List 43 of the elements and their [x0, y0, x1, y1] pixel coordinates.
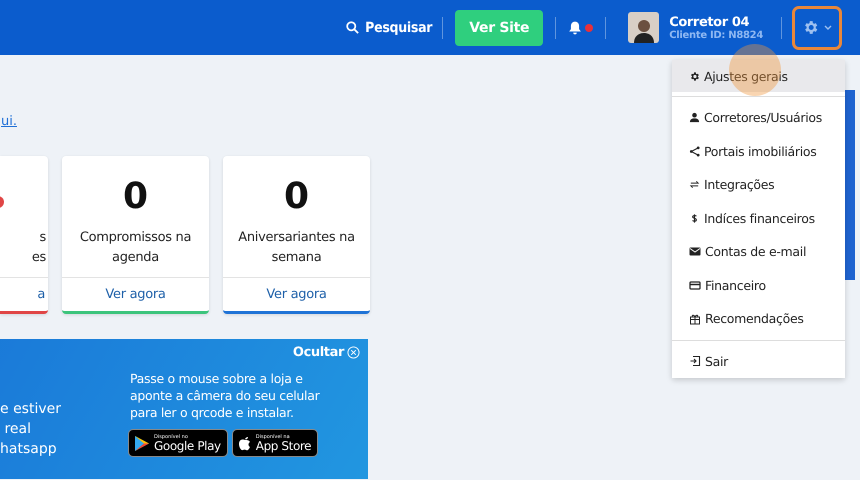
avatar — [628, 12, 660, 43]
dollar-icon — [689, 212, 700, 224]
play-icon — [134, 434, 150, 452]
menu-item[interactable]: Contas de e-mail — [672, 235, 845, 268]
apple-icon — [238, 435, 252, 451]
bell-icon — [568, 20, 582, 36]
share-icon — [689, 146, 700, 157]
menu-item[interactable]: Indíces financeiros — [672, 202, 845, 235]
banner-text: e estiver real hatsapp — [0, 400, 62, 459]
exit-icon — [689, 355, 701, 368]
search-button[interactable]: Pesquisar — [345, 20, 432, 36]
caret-icon — [824, 24, 832, 30]
hide-button[interactable]: Ocultar — [292, 345, 360, 360]
notifications-button[interactable] — [568, 20, 594, 36]
menu-item[interactable]: Ajustes gerais — [672, 60, 845, 92]
menu-item[interactable]: Portais imobiliários — [672, 134, 845, 168]
credit-card-icon — [689, 280, 701, 291]
stat-label: Compromissos na agenda — [80, 229, 192, 267]
view-link[interactable]: Ver agora — [62, 278, 209, 311]
view-link[interactable]: Ver agora — [223, 278, 370, 311]
gift-icon — [689, 312, 701, 325]
arrows-icon — [689, 179, 700, 190]
settings-icon — [802, 19, 819, 36]
user-name: Corretor 04 — [669, 14, 750, 30]
client-id: Cliente ID: N8824 — [669, 30, 763, 40]
menu-item[interactable]: Recomendações — [672, 302, 845, 336]
settings-button[interactable] — [792, 6, 842, 50]
person-icon — [689, 112, 700, 124]
stat-value: 0 — [284, 176, 310, 219]
menu-item[interactable]: Sair — [672, 344, 845, 378]
stat-value: 0 — [122, 176, 148, 219]
gear-icon — [689, 70, 700, 82]
search-icon — [345, 20, 360, 35]
envelope-icon — [689, 246, 701, 258]
close-icon — [347, 346, 360, 359]
menu-item[interactable]: Integrações — [672, 168, 845, 202]
menu-item[interactable]: Corretores/Usuários — [672, 101, 845, 134]
banner-instructions: Passe o mouse sobre a loja e aponte a câmera do seu celular para ler o qrcode e instalar. — [130, 370, 321, 421]
menu-item[interactable]: Financeiro — [672, 268, 845, 302]
view-link[interactable]: a — [0, 278, 48, 311]
link[interactable]: ui. — [1, 114, 17, 129]
stat-label: Aniversariantes na semana — [238, 229, 355, 267]
stat-label: s es — [32, 229, 46, 267]
